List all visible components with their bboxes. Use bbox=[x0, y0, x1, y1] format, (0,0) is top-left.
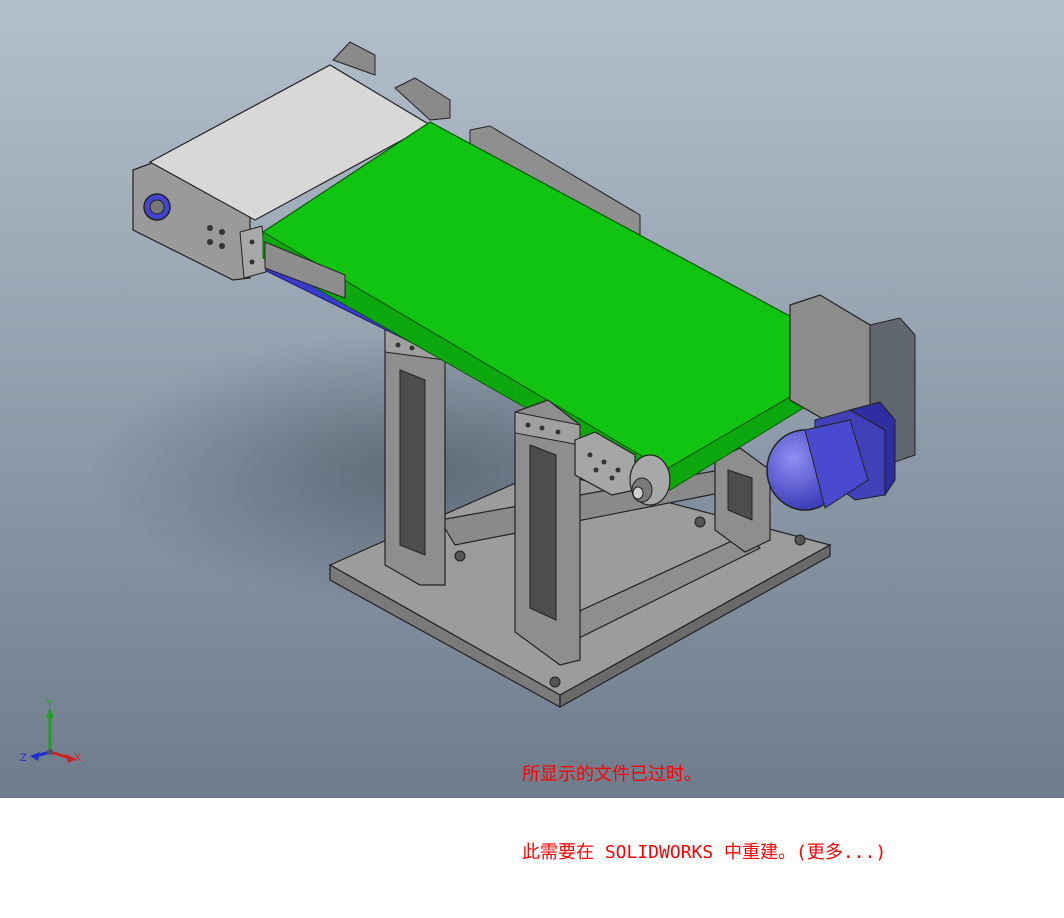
rebuild-notice-line2[interactable]: 此需要在 SOLIDWORKS 中重建。(更多...) bbox=[522, 840, 886, 866]
rebuild-notice-line1: 所显示的文件已过时。 bbox=[522, 764, 702, 785]
support-leg-rear bbox=[384, 317, 446, 586]
model-view[interactable]: X Y Z bbox=[0, 0, 1064, 798]
triad-z-label: Z bbox=[20, 752, 27, 764]
rebuild-notice[interactable]: 所显示的文件已过时。 此需要在 SOLIDWORKS 中重建。(更多...) bbox=[522, 710, 886, 918]
support-leg-rear-right bbox=[714, 447, 771, 553]
support-leg-front bbox=[514, 399, 581, 666]
drive-roller bbox=[629, 454, 671, 506]
graphics-viewport[interactable]: X Y Z 所显示的文件已过时。 此需要在 SOLIDWORKS 中重建。(更多… bbox=[0, 0, 1064, 863]
triad-x-label: X bbox=[74, 752, 82, 764]
triad-y-label: Y bbox=[46, 697, 54, 709]
